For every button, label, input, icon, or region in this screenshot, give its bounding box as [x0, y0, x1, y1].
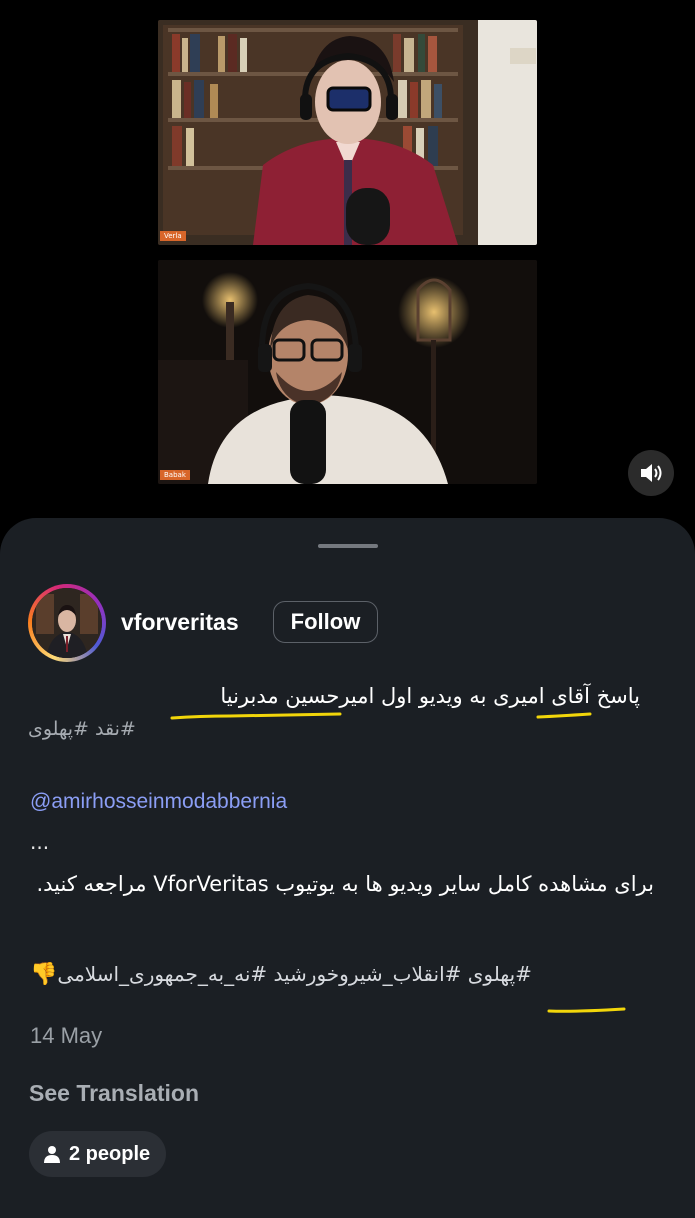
- avatar[interactable]: [32, 588, 102, 658]
- avatar-image: [32, 588, 102, 658]
- post-details-sheet: vforveritas Follow پاسخ آقای امیری به وی…: [0, 518, 695, 1218]
- hashtags-text[interactable]: #پهلوی #انقلاب_شیروخورشید #نه_به_جمهوری_…: [57, 962, 532, 986]
- participant-name-tag: Babak: [160, 470, 190, 480]
- tagged-people-label: 2 people: [69, 1142, 151, 1165]
- participant-babak-image: [158, 260, 537, 484]
- sheet-drag-handle[interactable]: [318, 544, 378, 548]
- tagged-people-button[interactable]: 2 people: [29, 1131, 167, 1177]
- story-ring[interactable]: [28, 584, 106, 662]
- caption-ellipsis: ...: [30, 830, 50, 854]
- video-frame-bottom: Babak: [158, 260, 537, 484]
- highlight-underline: [170, 712, 342, 720]
- hashtag-line[interactable]: 👎#پهلوی #انقلاب_شیروخورشید #نه_به_جمهوری…: [30, 962, 620, 987]
- participant-verla-image: [158, 20, 537, 245]
- caption-body: برای مشاهده کامل سایر ویدیو ها به یوتیوب…: [36, 872, 654, 896]
- caption-hashtags[interactable]: #نقد #پهلوی: [28, 718, 136, 740]
- post-date: 14 May: [30, 1023, 103, 1048]
- video-player[interactable]: Verla Babak: [0, 0, 695, 520]
- follow-button[interactable]: Follow: [273, 601, 378, 643]
- post-username[interactable]: vforveritas: [121, 609, 239, 636]
- mute-button[interactable]: [628, 450, 674, 496]
- caption-line: پاسخ آقای امیری به ویدیو اول امیرحسین مد…: [220, 684, 640, 708]
- mention-link[interactable]: @amirhosseinmodabbernia: [30, 790, 287, 814]
- speaker-muted-icon: [641, 464, 662, 482]
- highlight-underline: [547, 1007, 626, 1013]
- video-frame-top: Verla: [158, 20, 537, 245]
- participant-name-tag: Verla: [160, 231, 186, 241]
- see-translation-button[interactable]: See Translation: [29, 1080, 199, 1107]
- person-icon: [44, 1146, 60, 1163]
- thumbs-down-icon: 👎: [30, 962, 58, 987]
- highlight-underline: [536, 712, 592, 719]
